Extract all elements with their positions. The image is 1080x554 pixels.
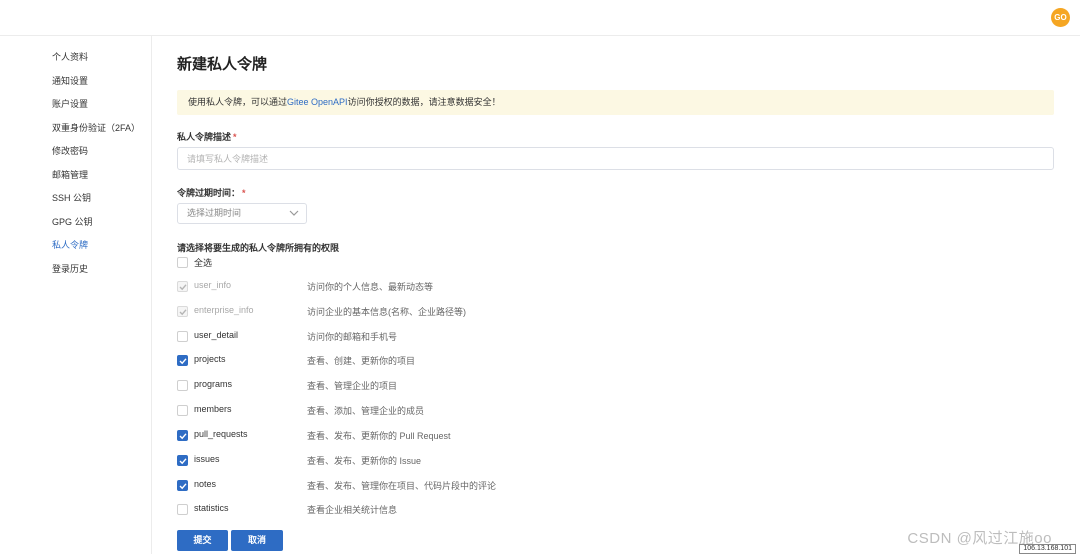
token-description-input[interactable] [177, 147, 1054, 170]
permission-desc: 查看、管理企业的项目 [307, 381, 398, 391]
sidebar-item-emails[interactable]: 邮箱管理 [0, 167, 151, 191]
permission-checkbox[interactable] [177, 355, 188, 366]
sidebar-item-ssh-keys[interactable]: SSH 公钥 [0, 190, 151, 214]
permission-desc: 查看、发布、更新你的 Pull Request [307, 431, 451, 441]
permission-name: enterprise_info [194, 305, 254, 315]
permission-name: projects [194, 354, 226, 364]
expire-time-select[interactable]: 选择过期时间 [177, 203, 307, 224]
top-bar: GO [0, 0, 1080, 36]
permission-desc: 访问你的个人信息、最新动态等 [307, 282, 434, 292]
permission-row: user_detail 访问你的邮箱和手机号 [177, 329, 677, 345]
permission-name: statistics [194, 503, 229, 513]
desc-label-text: 私人令牌描述 [177, 132, 232, 142]
permission-row: statistics 查看企业相关统计信息 [177, 502, 677, 518]
select-all-checkbox[interactable] [177, 257, 188, 268]
permission-row: projects 查看、创建、更新你的项目 [177, 353, 677, 369]
permission-checkbox[interactable] [177, 380, 188, 391]
chevron-down-icon [289, 210, 299, 216]
security-notice: 使用私人令牌，可以通过Gitee OpenAPI访问你授权的数据，请注意数据安全… [177, 90, 1054, 115]
permission-row: enterprise_info 访问企业的基本信息(名称、企业路径等) [177, 304, 677, 320]
permission-row: programs 查看、管理企业的项目 [177, 378, 677, 394]
permission-row: members 查看、添加、管理企业的成员 [177, 403, 677, 419]
permission-name: members [194, 404, 232, 414]
permission-checkbox[interactable] [177, 405, 188, 416]
expire-select-value: 选择过期时间 [187, 208, 242, 218]
permission-desc: 查看、发布、管理你在项目、代码片段中的评论 [307, 481, 497, 491]
expire-label-text: 令牌过期时间： [177, 188, 241, 198]
sidebar-item-gpg-keys[interactable]: GPG 公钥 [0, 214, 151, 238]
permission-desc: 查看、发布、更新你的 Issue [307, 456, 422, 466]
openapi-link[interactable]: Gitee OpenAPI [287, 97, 348, 107]
permission-desc: 查看企业相关统计信息 [307, 505, 398, 515]
permissions-title: 请选择将要生成的私人令牌所拥有的权限 [177, 243, 340, 253]
permission-checkbox[interactable] [177, 331, 188, 342]
select-all-row: 全选 [177, 255, 677, 271]
required-mark: * [233, 132, 237, 142]
sidebar-item-password[interactable]: 修改密码 [0, 143, 151, 167]
permission-row: user_info 访问你的个人信息、最新动态等 [177, 279, 677, 295]
permission-name: user_info [194, 280, 232, 290]
select-all-label: 全选 [194, 258, 213, 268]
sidebar-item-2fa[interactable]: 双重身份验证（2FA） [0, 120, 151, 144]
sidebar-item-notifications[interactable]: 通知设置 [0, 73, 151, 97]
permission-desc: 查看、创建、更新你的项目 [307, 356, 416, 366]
permission-checkbox[interactable] [177, 480, 188, 491]
permission-desc: 访问你的邮箱和手机号 [307, 332, 398, 342]
expire-label: 令牌过期时间： * [177, 186, 246, 199]
permission-checkbox[interactable] [177, 430, 188, 441]
notice-prefix: 使用私人令牌，可以通过 [188, 97, 288, 107]
cancel-button[interactable]: 取消 [231, 530, 283, 551]
permission-checkbox[interactable] [177, 455, 188, 466]
permission-row: pull_requests 查看、发布、更新你的 Pull Request [177, 428, 677, 444]
main-content: 新建私人令牌 使用私人令牌，可以通过Gitee OpenAPI访问你授权的数据，… [177, 36, 1054, 554]
permission-row: notes 查看、发布、管理你在项目、代码片段中的评论 [177, 478, 677, 494]
permission-name: user_detail [194, 330, 239, 340]
sidebar-item-login-history[interactable]: 登录历史 [0, 261, 151, 285]
permission-checkbox [177, 281, 188, 292]
permission-name: issues [194, 454, 220, 464]
permission-name: pull_requests [194, 429, 248, 439]
permission-row: issues 查看、发布、更新你的 Issue [177, 453, 677, 469]
required-mark: * [242, 188, 246, 198]
settings-sidebar: 个人资料 通知设置 账户设置 双重身份验证（2FA） 修改密码 邮箱管理 SSH… [0, 36, 152, 554]
sidebar-item-account[interactable]: 账户设置 [0, 96, 151, 120]
permission-checkbox[interactable] [177, 504, 188, 515]
ip-tag: 106.13.168.101 [1019, 544, 1076, 554]
sidebar-item-profile[interactable]: 个人资料 [0, 49, 151, 73]
permission-desc: 查看、添加、管理企业的成员 [307, 406, 425, 416]
user-avatar[interactable]: GO [1051, 8, 1070, 27]
notice-suffix: 访问你授权的数据，请注意数据安全！ [347, 97, 501, 107]
desc-label: 私人令牌描述 * [177, 130, 237, 143]
permission-name: programs [194, 379, 233, 389]
permission-name: notes [194, 479, 217, 489]
submit-button[interactable]: 提交 [177, 530, 228, 551]
sidebar-item-tokens[interactable]: 私人令牌 [0, 237, 151, 261]
page-title: 新建私人令牌 [177, 56, 268, 73]
permission-checkbox [177, 306, 188, 317]
permission-desc: 访问企业的基本信息(名称、企业路径等) [307, 307, 466, 317]
